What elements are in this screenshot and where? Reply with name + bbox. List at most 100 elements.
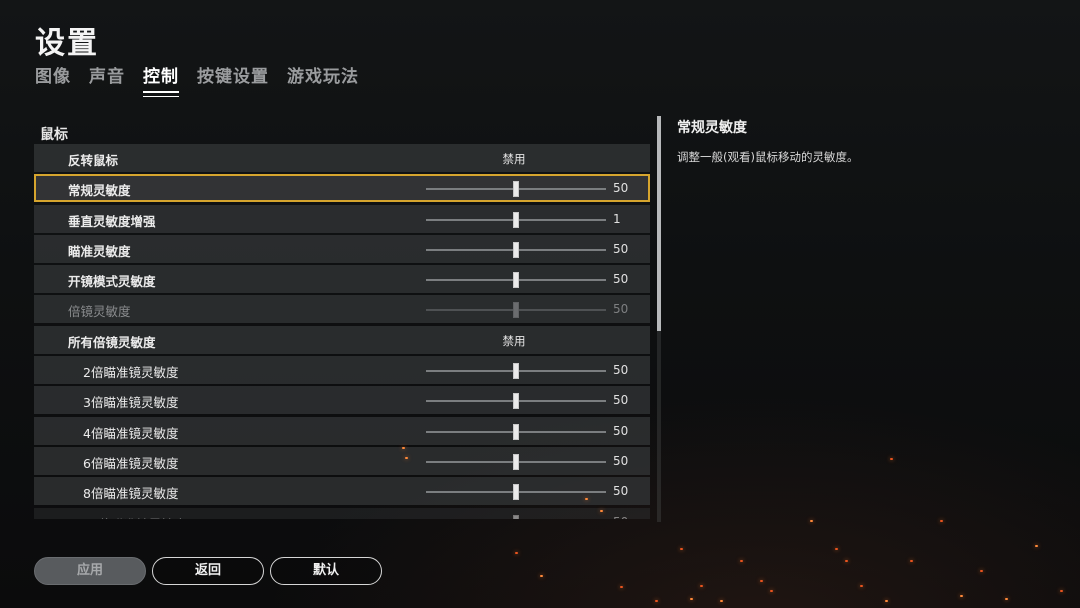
setting-row[interactable]: 2倍瞄准镜灵敏度 50 (34, 356, 650, 385)
ember-spark (680, 548, 683, 550)
slider-thumb[interactable] (513, 181, 519, 198)
setting-label: 瞄准灵敏度 (68, 243, 131, 259)
ember-spark (405, 457, 408, 459)
slider-thumb[interactable] (513, 423, 519, 440)
scrollbar-thumb[interactable] (657, 116, 661, 331)
slider-value: 50 (613, 363, 629, 378)
setting-row[interactable]: 开镜模式灵敏度 50 (34, 265, 650, 294)
slider-thumb[interactable] (513, 484, 519, 501)
slider-thumb[interactable] (513, 393, 519, 410)
setting-row[interactable]: 反转鼠标 禁用 (34, 144, 650, 172)
setting-row[interactable]: 常规灵敏度 50 (34, 174, 650, 203)
setting-row[interactable]: 瞄准灵敏度 50 (34, 234, 650, 263)
settings-screen: 设置 图像 声音 控制 按键设置 游戏玩法 鼠标 反转鼠标 禁用 常规灵敏度 50 垂直… (0, 0, 1080, 608)
setting-label: 15倍瞄准镜灵敏度 (83, 514, 186, 519)
ember-spark (940, 520, 943, 522)
slider-thumb[interactable] (513, 514, 519, 519)
ember-spark (760, 580, 763, 582)
slider-track[interactable] (426, 423, 606, 440)
setting-row[interactable]: 所有倍镜灵敏度 禁用 (34, 325, 650, 354)
slider-value: 50 (613, 241, 629, 256)
ember-spark (845, 560, 848, 562)
slider-track[interactable] (426, 393, 606, 410)
setting-label: 开镜模式灵敏度 (68, 274, 156, 290)
ember-spark (885, 600, 888, 602)
setting-label: 常规灵敏度 (68, 183, 131, 199)
ember-spark (960, 595, 963, 597)
tab-sound[interactable]: 声音 (89, 62, 125, 93)
slider-thumb[interactable] (513, 363, 519, 380)
toggle-value[interactable]: 禁用 (484, 333, 544, 349)
setting-row[interactable]: 4倍瞄准镜灵敏度 50 (34, 416, 650, 445)
setting-row[interactable]: 6倍瞄准镜灵敏度 50 (34, 446, 650, 475)
ember-spark (860, 585, 863, 587)
tab-keybindings[interactable]: 按键设置 (197, 62, 269, 93)
setting-label: 反转鼠标 (68, 153, 119, 168)
slider-track[interactable] (426, 241, 606, 258)
slider-track[interactable] (426, 363, 606, 380)
setting-row[interactable]: 15倍瞄准镜灵敏度 50 (34, 507, 650, 519)
back-button[interactable]: 返回 (152, 557, 264, 585)
ember-spark (740, 560, 743, 562)
tab-gameplay[interactable]: 游戏玩法 (287, 62, 359, 93)
slider-value: 50 (613, 302, 629, 317)
tab-graphics[interactable]: 图像 (35, 62, 71, 93)
ember-spark (810, 520, 813, 522)
ember-spark (600, 510, 603, 512)
slider-thumb[interactable] (513, 241, 519, 258)
ember-spark (585, 498, 588, 500)
slider-track[interactable] (426, 272, 606, 289)
setting-label: 2倍瞄准镜灵敏度 (83, 365, 179, 381)
slider-thumb[interactable] (513, 302, 519, 319)
slider-track[interactable] (426, 453, 606, 470)
ember-spark (980, 570, 983, 572)
ember-spark (700, 585, 703, 587)
slider-track[interactable] (426, 484, 606, 501)
slider-track[interactable] (426, 302, 606, 319)
slider-track[interactable] (426, 211, 606, 228)
tab-controls[interactable]: 控制 (143, 62, 179, 97)
slider-thumb[interactable] (513, 272, 519, 289)
setting-label: 所有倍镜灵敏度 (68, 334, 156, 350)
setting-label: 3倍瞄准镜灵敏度 (83, 395, 179, 411)
ember-spark (402, 447, 405, 449)
slider-value: 50 (613, 393, 629, 408)
ember-spark (1060, 590, 1063, 592)
default-button[interactable]: 默认 (270, 557, 382, 585)
scrollbar[interactable] (657, 116, 661, 522)
slider-thumb[interactable] (513, 211, 519, 228)
settings-tabs: 图像 声音 控制 按键设置 游戏玩法 (35, 62, 377, 97)
slider-value: 50 (613, 453, 629, 468)
ember-spark (690, 598, 693, 600)
section-header-mouse: 鼠标 (40, 127, 68, 143)
setting-row[interactable]: 8倍瞄准镜灵敏度 50 (34, 477, 650, 506)
slider-track[interactable] (426, 181, 606, 198)
ember-spark (890, 458, 893, 460)
setting-label: 倍镜灵敏度 (68, 304, 131, 320)
setting-label: 4倍瞄准镜灵敏度 (83, 425, 179, 441)
slider-thumb[interactable] (513, 453, 519, 470)
slider-value: 50 (613, 181, 629, 196)
ember-spark (1035, 545, 1038, 547)
ember-spark (835, 548, 838, 550)
apply-button[interactable]: 应用 (34, 557, 146, 585)
setting-row[interactable]: 倍镜灵敏度 50 (34, 295, 650, 324)
ember-spark (515, 552, 518, 554)
setting-label: 8倍瞄准镜灵敏度 (83, 486, 179, 502)
ember-spark (540, 575, 543, 577)
setting-row[interactable]: 3倍瞄准镜灵敏度 50 (34, 386, 650, 415)
setting-label: 6倍瞄准镜灵敏度 (83, 455, 179, 471)
setting-label: 垂直灵敏度增强 (68, 213, 156, 229)
setting-row[interactable]: 垂直灵敏度增强 1 (34, 204, 650, 233)
ember-spark (620, 586, 623, 588)
description-title: 常规灵敏度 (677, 120, 747, 136)
slider-value: 50 (613, 423, 629, 438)
ember-spark (770, 590, 773, 592)
page-title: 设置 (35, 26, 99, 61)
ember-spark (720, 600, 723, 602)
toggle-value[interactable]: 禁用 (484, 151, 544, 167)
slider-value: 50 (613, 484, 629, 499)
slider-value: 50 (613, 272, 629, 287)
ember-spark (910, 560, 913, 562)
slider-value: 50 (613, 515, 628, 519)
